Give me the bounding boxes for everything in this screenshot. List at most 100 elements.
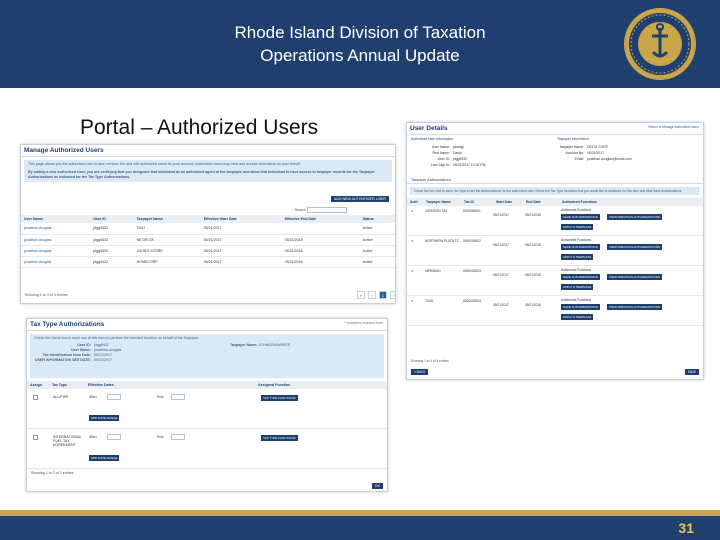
apply-template-button[interactable]: APPLY A TEMPLATE [561,314,594,321]
save-authorizations-button[interactable]: SAVE AUTHORIZATIONS [561,304,600,311]
cell: 05/21/2018 [281,256,360,268]
end-date[interactable]: 05/21/2018 [525,273,541,277]
table-row[interactable]: jonathan.douglas jdgg5432 HOMECORP 05/21… [21,256,395,268]
auth-row: ✕ NORTHERN PLAZA TC 0000000002 05/21/201… [407,236,703,267]
table-row[interactable]: jonathan.douglas jdgg5432 TAXJ 05/21/201… [21,223,395,235]
next-page-button[interactable]: › [390,291,395,299]
cell: NE DELTA [133,234,201,246]
tax-id: 0000000002 [463,239,481,244]
column-header[interactable]: Effective End Date [281,215,360,223]
tax-id: 0000000001 [463,209,481,214]
field-value: jonathan.douglas@email.com [587,157,632,161]
save-authorizations-button[interactable]: SAVE AUTHORIZATIONS [561,214,600,221]
field-label: Last Sign In: [431,163,450,167]
cell[interactable]: jonathan.douglas [21,245,91,257]
cell: Active [359,245,395,257]
field-label: User Name: [431,145,450,149]
cell[interactable]: jonathan.douglas [21,256,91,268]
add-date-range-button[interactable]: ADD DATE RANGE [89,415,120,421]
remove-icon[interactable]: ✕ [411,269,414,273]
tax-type-table-header: Assign Tax Type Effective Dates Assigned… [27,381,387,389]
start-date[interactable]: 05/21/2017 [493,273,509,277]
ok-button[interactable]: OK [371,483,383,489]
table-row[interactable]: jonathan.douglas jdgg5432 NE DELTA 05/21… [21,234,395,246]
apply-template-button[interactable]: APPLY A TEMPLATE [561,254,594,261]
tax-type-name: INTERNATIONAL FUEL TAX AGREEMENT [53,435,82,447]
apply-template-button[interactable]: APPLY A TEMPLATE [561,284,594,291]
cell: jdgg5432 [90,245,134,257]
start-date-input[interactable] [107,434,121,440]
column-header[interactable]: Effective Start Date [200,215,282,223]
end-date[interactable]: 05/21/2018 [525,213,541,217]
start-date[interactable]: 05/21/2017 [493,213,509,217]
apply-template-button[interactable]: APPLY A TEMPLATE [561,224,594,231]
tax-type-functions-button[interactable]: TAX TYPE FUNCTIONS [261,395,298,401]
showing-entries: Showing 1 to 4 of 4 entries [411,359,449,363]
start-date[interactable]: 05/21/2017 [493,243,509,247]
remove-icon[interactable]: ✕ [411,209,414,213]
remove-icon[interactable]: ✕ [411,299,414,303]
column-header: Taxpayer Name [426,200,451,205]
assign-checkbox[interactable] [33,395,38,400]
start-date-input[interactable] [107,394,121,400]
field-value: 05/21/2017 [587,151,604,155]
slide-title: Portal – Authorized Users [80,116,319,139]
end-date-input[interactable] [171,434,185,440]
search-input[interactable] [307,207,347,213]
column-header: End Date [526,200,541,205]
first-page-button[interactable]: « [357,291,365,299]
end-date-input[interactable] [171,394,185,400]
assign-checkbox[interactable] [33,435,38,440]
remove-icon[interactable]: ✕ [411,239,414,243]
save-button[interactable]: SAVE [684,369,699,375]
required-note: * Indicates required field [344,321,383,325]
column-header[interactable]: User Name [21,215,91,223]
prev-page-button[interactable]: ‹ [368,291,376,299]
end-date[interactable]: 05/21/2018 [525,303,541,307]
save-authorizations-button[interactable]: SAVE AUTHORIZATIONS [561,274,600,281]
authorized-users-table: User Name User ID Taxpayer Name Effectiv… [21,215,395,268]
save-authorizations-button[interactable]: SAVE AUTHORIZATIONS [561,244,600,251]
field-label: Account No: [565,151,584,155]
table-row[interactable]: jonathan.douglas jdgg5432 JOHN'S STORE 0… [21,245,395,257]
view-previous-button[interactable]: VIEW PREVIOUS AUTHORIZATIONS [607,214,662,221]
add-date-range-button[interactable]: ADD DATE RANGE [89,455,120,461]
column-header[interactable]: Taxpayer Name [133,215,201,223]
column-header: Assigned Function [258,383,291,387]
field-label: USER INFORMATION SEE DATE: [35,358,91,362]
manage-info-text: This page allows you the authorized user… [28,162,301,166]
taxpayer-name-value: JOHNSON&WHITE [258,343,291,347]
auth-row: ✕ MERIDIAN 0000000003 05/21/2017 05/21/2… [407,266,703,297]
footer-bar: 31 [0,516,720,540]
cell: 05/21/2017 [200,245,282,257]
return-link[interactable]: Return to Manage Authorized Users [648,125,699,129]
add-authorized-user-button[interactable]: ADD NEW AUTHORIZED USER [330,196,389,202]
section-title: Taxpayer Authorizations [407,177,703,184]
search-label: Search [294,207,306,212]
page-number: 31 [678,520,694,536]
cell[interactable]: jonathan.douglas [21,223,91,235]
view-previous-button[interactable]: VIEW PREVIOUS AUTHORIZATIONS [607,244,662,251]
end-date[interactable]: 05/21/2018 [525,243,541,247]
back-button[interactable]: « BACK [411,369,429,375]
field-label: Taxpayer Name: [559,145,584,149]
taxpayer-name-label: Taxpayer Name: [230,343,258,347]
cell: jdgg5432 [90,223,134,235]
cell[interactable]: jonathan.douglas [21,234,91,246]
taxpayer-name: JOHNSON TAX [425,209,448,214]
column-header[interactable]: User ID [90,215,134,223]
column-header[interactable]: Status [359,215,395,223]
column-header: Tax Type [52,383,68,387]
view-previous-button[interactable]: VIEW PREVIOUS AUTHORIZATIONS [607,274,662,281]
start-date[interactable]: 05/21/2017 [493,303,509,307]
tax-type-row: ALL/PIPE Start End ADD DATE RANGE TAX TY… [27,389,387,429]
header-title-line2: Operations Annual Update [260,46,460,65]
cell: Active [359,256,395,268]
view-previous-button[interactable]: VIEW PREVIOUS AUTHORIZATIONS [607,304,662,311]
page-1-button[interactable]: 1 [379,291,387,299]
tax-type-functions-button[interactable]: TAX TYPE FUNCTIONS [261,435,298,441]
end-label: End [157,435,164,439]
pagination: « ‹ 1 › [357,291,395,299]
auth-row: ✕ JOHNSON TAX 0000000001 05/21/2017 05/2… [407,206,703,237]
user-details-panel: User Details Return to Manage Authorized… [406,122,704,380]
